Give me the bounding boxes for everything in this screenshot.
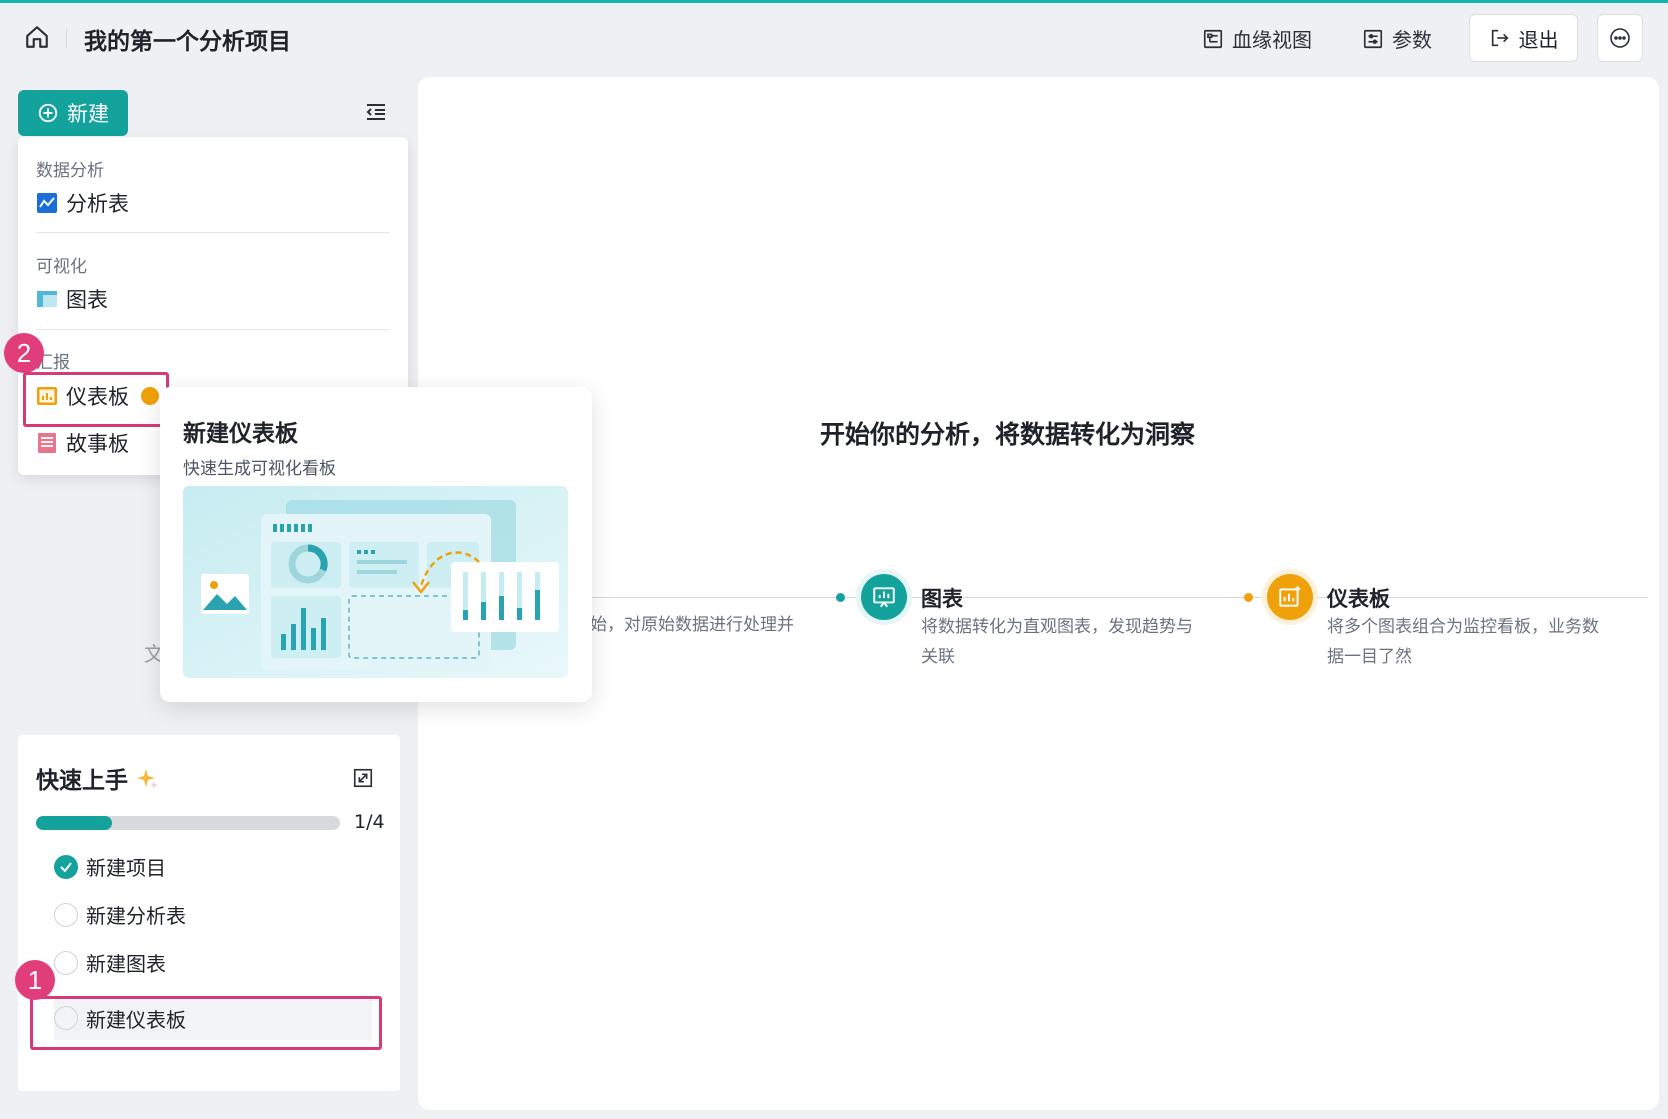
dashboard-preview-card: 新建仪表板 快速生成可视化看板: [160, 387, 592, 702]
params-button[interactable]: 参数: [1362, 24, 1432, 53]
step-analysis-desc-partial: 始，对原始数据进行处理并: [590, 615, 794, 635]
params-label: 参数: [1392, 28, 1432, 52]
task-new-analysis-table[interactable]: 新建分析表: [54, 900, 186, 929]
header-divider: [66, 28, 67, 48]
task-label: 新建项目: [86, 856, 166, 880]
logout-icon: [1491, 29, 1509, 47]
flow-dot: [836, 593, 845, 602]
table-chart-icon: [37, 291, 57, 307]
menu-item-label: 图表: [66, 288, 108, 312]
empty-circle-icon: [54, 950, 78, 975]
new-button[interactable]: 新建: [18, 90, 128, 136]
step-badge-2: 2: [4, 333, 44, 373]
menu-item-chart[interactable]: 图表: [36, 284, 108, 314]
section-title-data-analysis: 数据分析: [36, 161, 104, 181]
preview-title: 新建仪表板: [183, 421, 298, 447]
lineage-icon: [1203, 29, 1223, 48]
params-icon: [1363, 29, 1383, 48]
progress-bar: [36, 816, 340, 830]
menu-item-label: 分析表: [66, 192, 129, 216]
task-label: 新建分析表: [86, 904, 186, 928]
flow-dot: [1244, 593, 1253, 602]
section-title-visualization: 可视化: [36, 257, 87, 277]
main-heading: 开始你的分析，将数据转化为洞察: [820, 420, 1196, 449]
project-title: 我的第一个分析项目: [84, 29, 291, 55]
sparkle-icon: [137, 769, 159, 789]
more-options-button[interactable]: [1597, 14, 1643, 62]
menu-divider: [36, 232, 390, 233]
dashboard-step-icon: [1262, 569, 1318, 625]
check-circle-icon: [54, 854, 78, 879]
lineage-label: 血缘视图: [1232, 28, 1312, 52]
progress-fill: [36, 816, 112, 830]
collapse-panel-icon[interactable]: [352, 767, 374, 789]
quick-start-title-text: 快速上手: [36, 768, 128, 794]
more-icon: [1610, 28, 1630, 48]
exit-button[interactable]: 退出: [1469, 14, 1578, 62]
progress-text: 1/4: [354, 811, 385, 833]
storyboard-icon: [38, 433, 56, 453]
menu-item-storyboard[interactable]: 故事板: [36, 428, 129, 458]
top-accent-line: [0, 0, 1668, 3]
flow-line: [592, 597, 1648, 598]
exit-label: 退出: [1518, 27, 1559, 52]
collapse-sidebar-icon[interactable]: [364, 100, 388, 124]
quick-start-title: 快速上手: [36, 761, 160, 795]
chart-step-icon: [856, 569, 912, 625]
lineage-view-button[interactable]: 血缘视图: [1202, 24, 1312, 53]
menu-item-label: 故事板: [66, 432, 129, 456]
new-label: 新建: [67, 102, 109, 126]
plus-circle-icon: [38, 103, 58, 123]
step-badge-1: 1: [15, 960, 55, 1000]
highlight-dashboard-menu-item: [23, 372, 169, 427]
task-new-chart[interactable]: 新建图表: [54, 948, 166, 977]
dashboard-step-desc-1: 将多个图表组合为监控看板，业务数: [1327, 617, 1599, 637]
dashboard-illustration: [183, 486, 568, 678]
main-panel: [418, 77, 1659, 1110]
empty-circle-icon: [54, 902, 78, 927]
task-label: 新建图表: [86, 952, 166, 976]
line-chart-icon: [37, 193, 57, 213]
chart-step-desc-2: 关联: [921, 647, 955, 667]
home-icon[interactable]: [22, 22, 52, 52]
dashboard-step-title: 仪表板: [1327, 587, 1390, 611]
task-new-project[interactable]: 新建项目: [54, 852, 166, 881]
highlight-dashboard-task: [30, 996, 382, 1050]
preview-subtitle: 快速生成可视化看板: [183, 459, 336, 479]
chart-step-title: 图表: [921, 587, 963, 611]
menu-item-analysis-table[interactable]: 分析表: [36, 188, 129, 218]
menu-divider: [36, 329, 390, 330]
dashboard-step-desc-2: 据一目了然: [1327, 647, 1412, 667]
chart-step-desc-1: 将数据转化为直观图表，发现趋势与: [921, 617, 1193, 637]
